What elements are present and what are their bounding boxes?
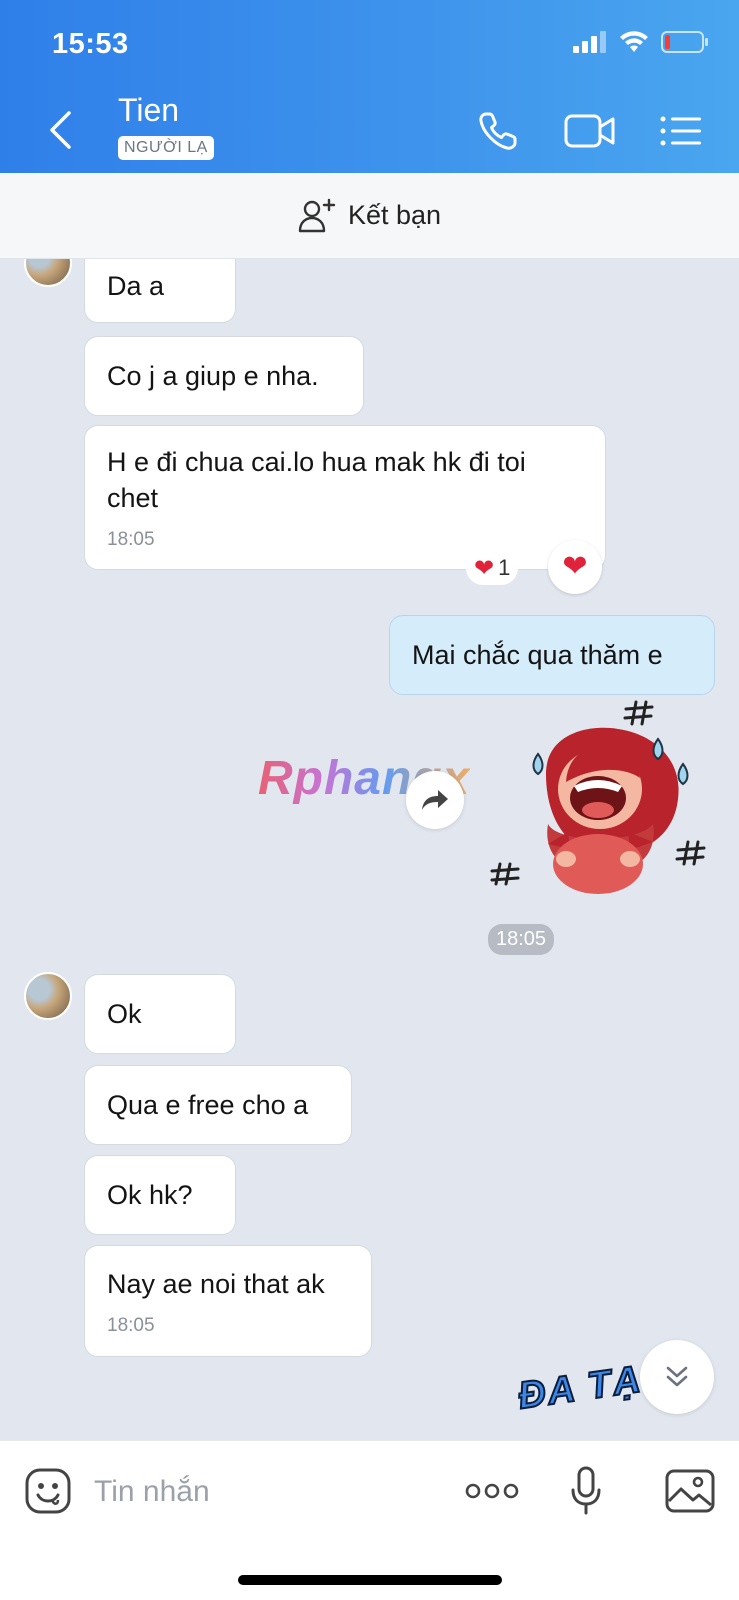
call-button[interactable]	[474, 108, 522, 154]
message-text: Ok hk?	[107, 1180, 193, 1210]
status-time: 15:53	[52, 28, 129, 60]
message-list[interactable]: Da a Co j a giup e nha. H e đi chua cai.…	[0, 259, 739, 1440]
message-bubble-outgoing[interactable]: Mai chắc qua thăm e	[389, 615, 715, 695]
stranger-badge: NGƯỜI LẠ	[118, 136, 214, 160]
message-time: 18:05	[107, 1315, 155, 1336]
home-indicator	[238, 1575, 502, 1585]
signal-icon	[573, 31, 606, 53]
message-text-line: chet	[107, 483, 159, 513]
message-bubble-incoming[interactable]: Ok	[84, 974, 236, 1054]
message-text-line: H e đi chua cai.lo hua mak hk đi toi	[107, 447, 526, 477]
message-text: Ok	[107, 999, 142, 1029]
message-text: Nay ae noi that ak	[107, 1269, 325, 1299]
reaction-count-value: 1	[498, 555, 511, 580]
contact-avatar[interactable]	[24, 972, 72, 1020]
battery-icon	[661, 31, 708, 53]
message-text: Co j a giup e nha.	[107, 361, 319, 391]
message-text: Mai chắc qua thăm e	[412, 640, 663, 670]
status-icons	[573, 30, 709, 54]
sticker-partial-text: ĐA TẠ	[515, 1358, 646, 1419]
add-friend-label: Kết bạn	[347, 200, 442, 230]
contact-avatar[interactable]	[24, 259, 72, 287]
video-call-button[interactable]	[562, 108, 618, 154]
menu-button[interactable]	[656, 108, 704, 154]
message-text: Da a	[107, 271, 165, 301]
react-button[interactable]: ❤	[548, 540, 602, 594]
wifi-icon	[620, 31, 648, 52]
contact-name[interactable]: Tien	[118, 92, 179, 129]
message-bubble-incoming[interactable]: Ok hk?	[84, 1155, 236, 1235]
share-arrow-icon	[422, 790, 448, 810]
menu-list-icon	[660, 116, 701, 146]
double-chevron-down-icon	[666, 1366, 688, 1387]
voice-record-button[interactable]	[558, 1463, 614, 1519]
video-call-icon	[564, 114, 615, 148]
add-friend-icon	[298, 198, 336, 232]
more-dots-icon	[465, 1483, 519, 1499]
message-bubble-incoming[interactable]: Nay ae noi that ak 18:05	[84, 1245, 372, 1357]
reaction-count[interactable]: ❤ 1	[466, 551, 519, 585]
message-input-bar	[0, 1440, 739, 1600]
scroll-to-bottom-button[interactable]	[640, 1340, 714, 1414]
message-input[interactable]	[94, 1467, 424, 1517]
message-bubble-incoming[interactable]: H e đi chua cai.lo hua mak hk đi toi che…	[84, 425, 606, 570]
share-button[interactable]	[406, 771, 464, 829]
message-bubble-incoming[interactable]: Da a	[84, 259, 236, 323]
back-button[interactable]	[40, 108, 80, 152]
photo-button[interactable]	[662, 1463, 718, 1519]
more-options-button[interactable]	[462, 1463, 522, 1519]
back-icon	[50, 111, 71, 149]
image-icon	[665, 1469, 715, 1513]
chat-header: 15:53 Tien NGƯỜI LẠ	[0, 0, 739, 173]
message-bubble-incoming[interactable]: Qua e free cho a	[84, 1065, 352, 1145]
add-friend-button[interactable]: Kết bạn	[0, 173, 739, 259]
microphone-icon	[571, 1466, 601, 1515]
message-time: 18:05	[107, 529, 155, 550]
message-bubble-incoming[interactable]: Co j a giup e nha.	[84, 336, 364, 416]
heart-icon: ❤	[562, 550, 588, 583]
heart-icon: ❤	[474, 554, 495, 582]
laughing-girl-sticker[interactable]	[488, 694, 718, 919]
emoji-icon	[25, 1468, 71, 1514]
time-separator: 18:05	[488, 924, 555, 955]
phone-icon	[479, 112, 517, 150]
sticker-button[interactable]	[20, 1463, 76, 1519]
message-text: Qua e free cho a	[107, 1090, 309, 1120]
